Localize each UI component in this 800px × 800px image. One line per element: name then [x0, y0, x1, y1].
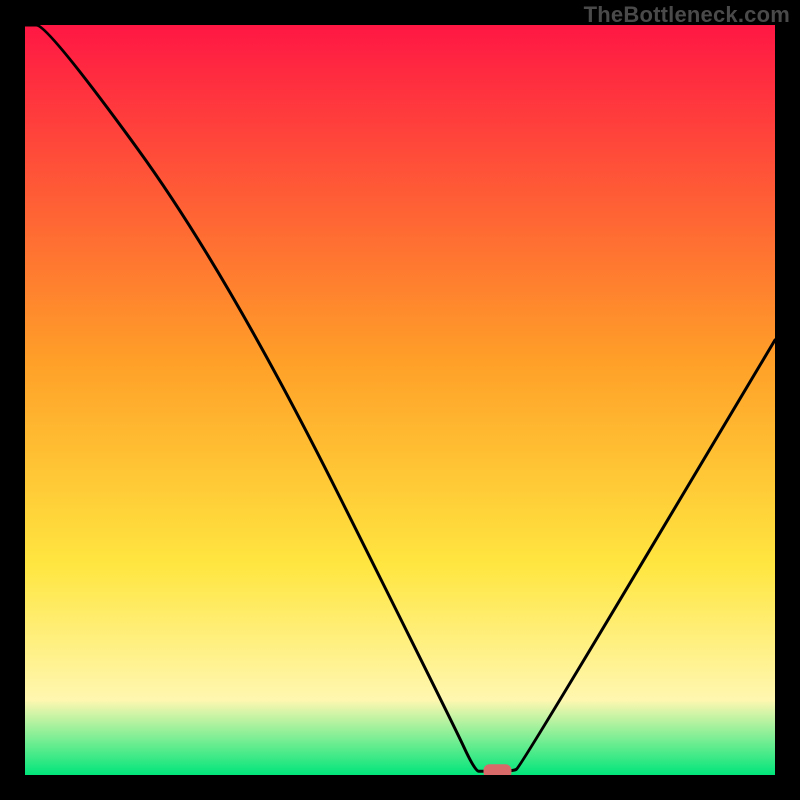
plot-area [25, 25, 775, 775]
gradient-background [25, 25, 775, 775]
chart-frame: TheBottleneck.com [0, 0, 800, 800]
chart-svg [25, 25, 775, 775]
optimum-marker [484, 764, 512, 775]
